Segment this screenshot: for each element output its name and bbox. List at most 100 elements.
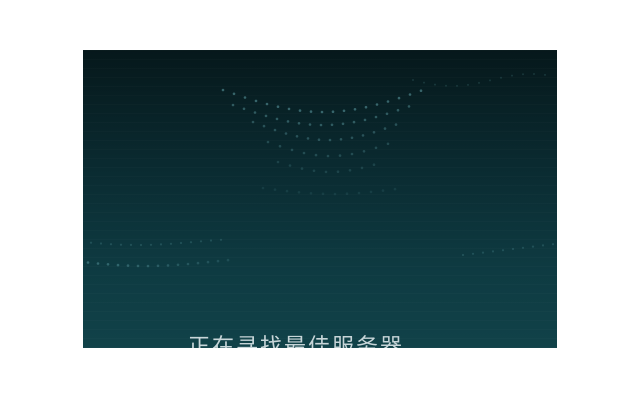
pattern-dot [353, 108, 357, 111]
pattern-dot [146, 264, 150, 268]
pattern-dot [196, 261, 200, 265]
pattern-dot [362, 150, 366, 153]
pattern-dot [320, 110, 324, 114]
pattern-dot [521, 246, 525, 249]
pattern-dot [407, 105, 411, 108]
pattern-dot [251, 120, 255, 124]
pattern-dot [176, 263, 180, 267]
pattern-dot [86, 261, 90, 264]
pattern-dot [312, 169, 316, 173]
dotted-wave-icon [86, 73, 555, 268]
pattern-dot [265, 102, 269, 106]
status-text: 正在寻找最佳服务器 [188, 335, 405, 348]
pattern-dot [273, 188, 277, 191]
pattern-dot [489, 79, 491, 82]
pattern-dot [361, 134, 365, 137]
pattern-dot [533, 73, 535, 75]
pattern-dot [408, 93, 412, 96]
pattern-dot [338, 154, 342, 157]
pattern-dot [278, 144, 282, 148]
pattern-dot [266, 140, 270, 144]
pattern-dot [297, 191, 301, 194]
pattern-dot [159, 243, 163, 246]
pattern-dot [166, 264, 170, 267]
pattern-dot [288, 164, 292, 167]
pattern-dot [339, 138, 343, 141]
pattern-dot [330, 123, 334, 127]
pattern-dot [276, 160, 280, 164]
pattern-dot [363, 118, 367, 122]
pattern-dot [298, 109, 302, 112]
pattern-dot [300, 167, 304, 170]
pattern-dot [169, 242, 173, 245]
pattern-dot [357, 191, 361, 195]
pattern-dot [478, 81, 480, 84]
pattern-dot [364, 105, 368, 109]
pattern-dot [342, 109, 346, 113]
pattern-dot [156, 264, 160, 268]
pattern-dot [136, 264, 140, 268]
pattern-dot [297, 122, 301, 125]
pattern-dot [273, 128, 277, 132]
loading-panel: 正在寻找最佳服务器 [83, 50, 557, 348]
pattern-dot [374, 146, 378, 150]
pattern-dot [242, 107, 246, 111]
pattern-dot [522, 73, 524, 76]
pattern-dot [326, 154, 330, 158]
pattern-dot [254, 99, 258, 103]
pattern-dot [336, 170, 340, 173]
pattern-dot [551, 243, 555, 246]
pattern-dot [264, 114, 268, 118]
pattern-dot [352, 120, 356, 124]
pattern-dot [129, 243, 133, 246]
pattern-dot [285, 189, 289, 193]
pattern-dot [126, 264, 130, 267]
pattern-dot [216, 259, 220, 263]
pattern-dot [383, 127, 387, 130]
pattern-dot [309, 192, 313, 195]
pattern-dot [386, 142, 390, 146]
pattern-dot [295, 135, 299, 138]
pattern-dot [393, 187, 397, 191]
pattern-dot [331, 110, 335, 113]
pattern-dot [461, 253, 465, 257]
pattern-dot [456, 84, 458, 87]
pattern-dot [149, 243, 153, 246]
pattern-dot [290, 148, 294, 152]
pattern-dot [179, 241, 183, 245]
pattern-dot [243, 96, 247, 99]
pattern-dot [350, 152, 354, 156]
pattern-dot [309, 110, 313, 113]
pattern-dot [385, 112, 389, 116]
pattern-dot [396, 108, 400, 112]
pattern-dot [501, 249, 505, 252]
pattern-dot [226, 258, 230, 262]
pattern-dot [394, 123, 398, 126]
pattern-dot [119, 243, 123, 246]
pattern-dot [348, 169, 352, 172]
pattern-dot [467, 83, 469, 86]
pattern-dot [96, 262, 100, 265]
pattern-dot [423, 81, 425, 84]
pattern-dot [481, 251, 485, 254]
pattern-dot [471, 252, 475, 255]
pattern-dot [333, 192, 337, 196]
pattern-dot [232, 92, 236, 96]
pattern-dot [139, 243, 143, 247]
pattern-dot [308, 123, 312, 126]
pattern-dot [541, 244, 545, 247]
pattern-dot [314, 153, 318, 157]
pattern-dot [284, 132, 288, 135]
pattern-dot [302, 151, 306, 155]
pattern-dot [109, 243, 113, 246]
pattern-dot [219, 238, 223, 241]
pattern-dot [434, 83, 436, 86]
pattern-dot [99, 242, 103, 245]
pattern-dot [345, 192, 349, 195]
pattern-dot [386, 100, 390, 103]
pattern-dot [116, 263, 120, 267]
pattern-dot [262, 124, 266, 128]
pattern-dot [372, 163, 376, 166]
pattern-dot [412, 79, 414, 81]
pattern-dot [319, 123, 323, 127]
